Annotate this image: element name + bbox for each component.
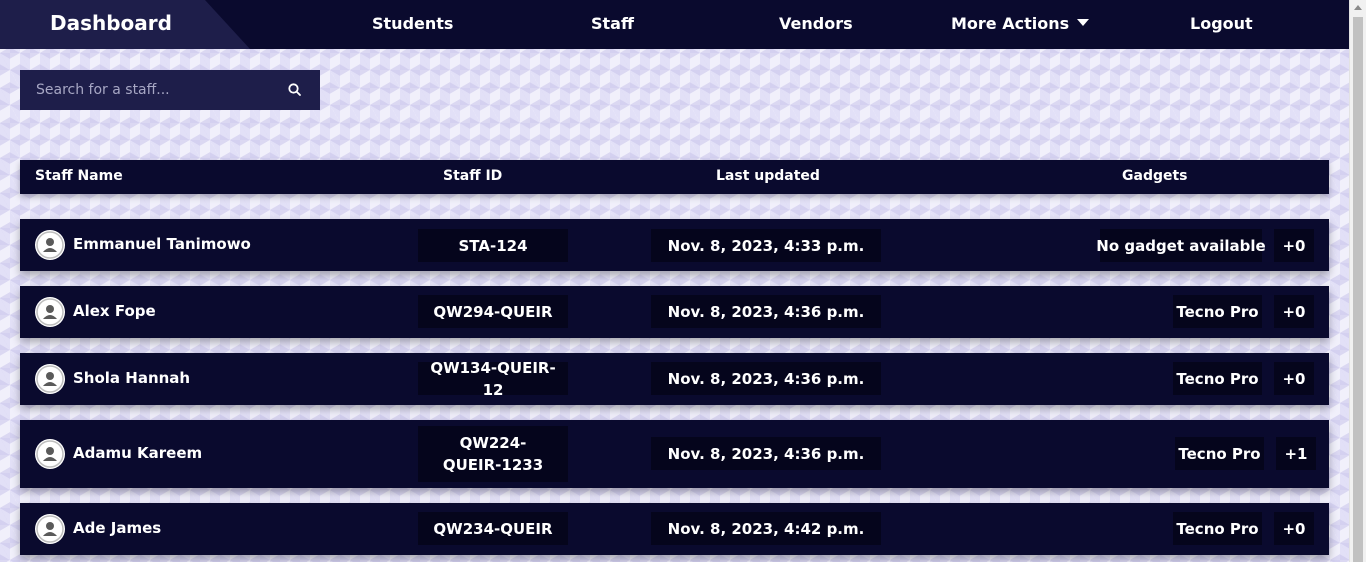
top-navbar: Dashboard Students Staff Vendors More Ac… xyxy=(0,0,1349,49)
nav-students[interactable]: Students xyxy=(372,14,453,33)
gadget-badge: Tecno Pro xyxy=(1173,295,1262,328)
staff-id: QW234-QUEIR xyxy=(418,512,568,545)
staff-name: Alex Fope xyxy=(73,302,156,320)
staff-id: STA-124 xyxy=(418,229,568,262)
staff-name: Emmanuel Tanimowo xyxy=(73,235,251,253)
staff-name: Ade James xyxy=(73,519,162,537)
gadget-badge: No gadget available xyxy=(1096,229,1266,262)
gadget-count-badge[interactable]: +0 xyxy=(1274,512,1314,545)
staff-search xyxy=(20,70,320,110)
user-avatar-icon xyxy=(35,297,65,327)
vertical-scrollbar[interactable] xyxy=(1349,0,1366,562)
header-last-updated: Last updated xyxy=(716,168,820,184)
gadget-count-badge[interactable]: +1 xyxy=(1276,437,1316,470)
header-staff-id: Staff ID xyxy=(443,168,503,184)
table-row[interactable]: Emmanuel Tanimowo STA-124 Nov. 8, 2023, … xyxy=(20,219,1329,271)
header-staff-name: Staff Name xyxy=(35,168,123,184)
table-row[interactable]: Shola Hannah QW134-QUEIR-12 Nov. 8, 2023… xyxy=(20,353,1329,405)
table-row[interactable]: Ade James QW234-QUEIR Nov. 8, 2023, 4:42… xyxy=(20,503,1329,555)
dashboard-link[interactable]: Dashboard xyxy=(50,11,172,35)
table-header: Staff Name Staff ID Last updated Gadgets xyxy=(20,160,1329,194)
gadget-badge: Tecno Pro xyxy=(1173,512,1262,545)
gadget-count-badge[interactable]: +0 xyxy=(1274,229,1314,262)
nav-vendors[interactable]: Vendors xyxy=(779,14,853,33)
scroll-up-arrow-icon[interactable] xyxy=(1354,5,1362,10)
last-updated: Nov. 8, 2023, 4:36 p.m. xyxy=(651,437,881,470)
more-actions-label: More Actions xyxy=(951,14,1070,33)
user-avatar-icon xyxy=(35,230,65,260)
nav-staff[interactable]: Staff xyxy=(591,14,634,33)
search-icon[interactable] xyxy=(287,82,303,98)
last-updated: Nov. 8, 2023, 4:36 p.m. xyxy=(651,362,881,395)
table-row[interactable]: Adamu Kareem QW224-QUEIR-1233 Nov. 8, 20… xyxy=(20,420,1329,488)
user-avatar-icon xyxy=(35,514,65,544)
staff-id: QW224-QUEIR-1233 xyxy=(418,426,568,482)
last-updated: Nov. 8, 2023, 4:36 p.m. xyxy=(651,295,881,328)
staff-id: QW134-QUEIR-12 xyxy=(418,359,568,399)
user-avatar-icon xyxy=(35,364,65,394)
staff-dashboard-page: Dashboard Students Staff Vendors More Ac… xyxy=(0,0,1349,562)
staff-name: Shola Hannah xyxy=(73,369,191,387)
gadget-badge: Tecno Pro xyxy=(1173,362,1262,395)
user-avatar-icon xyxy=(35,439,65,469)
gadget-count-badge[interactable]: +0 xyxy=(1274,362,1314,395)
staff-name: Adamu Kareem xyxy=(73,444,203,462)
search-input[interactable] xyxy=(20,70,280,110)
gadget-badge: Tecno Pro xyxy=(1175,437,1264,470)
gadget-count-badge[interactable]: +0 xyxy=(1274,295,1314,328)
last-updated: Nov. 8, 2023, 4:33 p.m. xyxy=(651,229,881,262)
last-updated: Nov. 8, 2023, 4:42 p.m. xyxy=(651,512,881,545)
nav-logout[interactable]: Logout xyxy=(1190,14,1253,33)
table-row[interactable]: Alex Fope QW294-QUEIR Nov. 8, 2023, 4:36… xyxy=(20,286,1329,338)
nav-more-actions[interactable]: More Actions xyxy=(951,14,1090,33)
header-gadgets: Gadgets xyxy=(1122,168,1188,184)
scrollbar-thumb[interactable] xyxy=(1353,17,1363,562)
staff-id: QW294-QUEIR xyxy=(418,295,568,328)
caret-down-icon xyxy=(1077,19,1090,26)
